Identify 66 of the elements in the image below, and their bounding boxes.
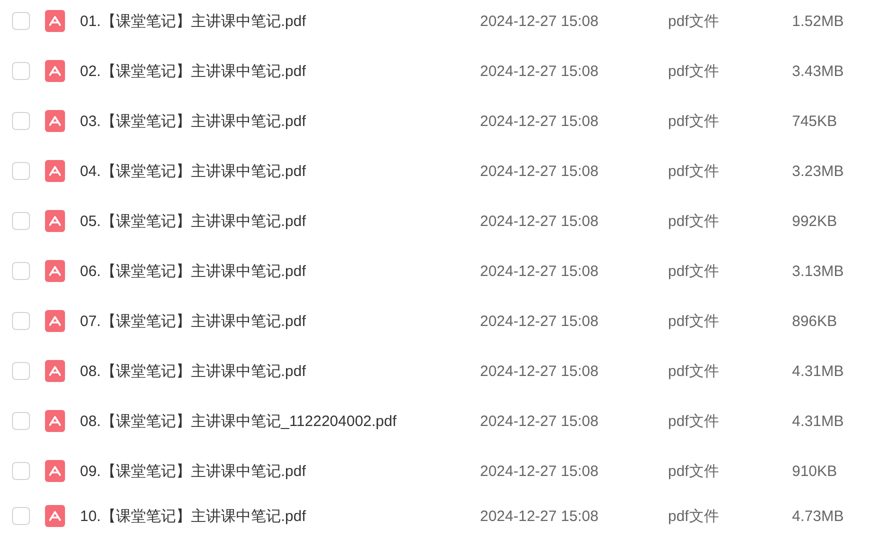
modified-date: 2024-12-27 15:08	[480, 262, 600, 280]
file-name[interactable]: 05.【课堂笔记】主讲课中笔记.pdf	[80, 212, 480, 230]
file-name[interactable]: 07.【课堂笔记】主讲课中笔记.pdf	[80, 312, 480, 330]
modified-date: 2024-12-27 15:08	[480, 508, 600, 524]
file-size: 992KB	[792, 212, 838, 230]
checkbox[interactable]	[12, 212, 30, 230]
checkbox[interactable]	[12, 412, 30, 430]
file-name[interactable]: 01.【课堂笔记】主讲课中笔记.pdf	[80, 12, 480, 30]
file-name[interactable]: 08.【课堂笔记】主讲课中笔记.pdf	[80, 362, 480, 380]
file-name[interactable]: 09.【课堂笔记】主讲课中笔记.pdf	[80, 462, 480, 480]
pdf-file-icon	[45, 110, 65, 132]
checkbox[interactable]	[12, 262, 30, 280]
pdf-file-icon	[45, 460, 65, 482]
file-type: pdf文件	[668, 412, 720, 430]
file-size: 1.52MB	[792, 12, 844, 30]
file-name[interactable]: 02.【课堂笔记】主讲课中笔记.pdf	[80, 62, 480, 80]
modified-date: 2024-12-27 15:08	[480, 312, 600, 330]
checkbox[interactable]	[12, 12, 30, 30]
file-type: pdf文件	[668, 362, 720, 380]
file-size: 745KB	[792, 112, 838, 130]
file-name[interactable]: 10.【课堂笔记】主讲课中笔记.pdf	[80, 506, 480, 526]
pdf-file-icon	[45, 410, 65, 432]
checkbox[interactable]	[12, 62, 30, 80]
file-size: 4.73MB	[792, 508, 844, 524]
checkbox[interactable]	[12, 312, 30, 330]
pdf-file-icon	[45, 60, 65, 82]
pdf-file-icon	[45, 160, 65, 182]
file-size: 3.43MB	[792, 62, 844, 80]
file-type: pdf文件	[668, 12, 720, 30]
file-type: pdf文件	[668, 212, 720, 230]
modified-date: 2024-12-27 15:08	[480, 112, 600, 130]
file-name[interactable]: 06.【课堂笔记】主讲课中笔记.pdf	[80, 262, 480, 280]
file-size: 3.23MB	[792, 162, 844, 180]
file-size: 4.31MB	[792, 362, 844, 380]
file-size: 910KB	[792, 462, 838, 480]
file-size: 896KB	[792, 312, 838, 330]
file-name[interactable]: 04.【课堂笔记】主讲课中笔记.pdf	[80, 162, 480, 180]
file-type: pdf文件	[668, 506, 720, 526]
checkbox[interactable]	[12, 362, 30, 380]
checkbox[interactable]	[12, 462, 30, 480]
modified-date: 2024-12-27 15:08	[480, 462, 600, 480]
file-type: pdf文件	[668, 462, 720, 480]
modified-date: 2024-12-27 15:08	[480, 362, 600, 380]
modified-date: 2024-12-27 15:08	[480, 62, 600, 80]
file-type: pdf文件	[668, 62, 720, 80]
checkbox[interactable]	[12, 112, 30, 130]
pdf-file-icon	[45, 210, 65, 232]
file-type: pdf文件	[668, 162, 720, 180]
file-size: 4.31MB	[792, 412, 844, 430]
pdf-file-icon	[45, 505, 65, 527]
modified-date: 2024-12-27 15:08	[480, 212, 600, 230]
modified-date: 2024-12-27 15:08	[480, 12, 600, 30]
pdf-file-icon	[45, 10, 65, 32]
file-type: pdf文件	[668, 262, 720, 280]
file-type: pdf文件	[668, 312, 720, 330]
pdf-file-icon	[45, 360, 65, 382]
pdf-file-icon	[45, 260, 65, 282]
file-name[interactable]: 08.【课堂笔记】主讲课中笔记_1122204002.pdf	[80, 412, 480, 430]
file-size: 3.13MB	[792, 262, 844, 280]
file-type: pdf文件	[668, 112, 720, 130]
pdf-file-icon	[45, 310, 65, 332]
checkbox[interactable]	[12, 507, 30, 525]
modified-date: 2024-12-27 15:08	[480, 162, 600, 180]
checkbox[interactable]	[12, 162, 30, 180]
file-name[interactable]: 03.【课堂笔记】主讲课中笔记.pdf	[80, 112, 480, 130]
modified-date: 2024-12-27 15:08	[480, 412, 600, 430]
